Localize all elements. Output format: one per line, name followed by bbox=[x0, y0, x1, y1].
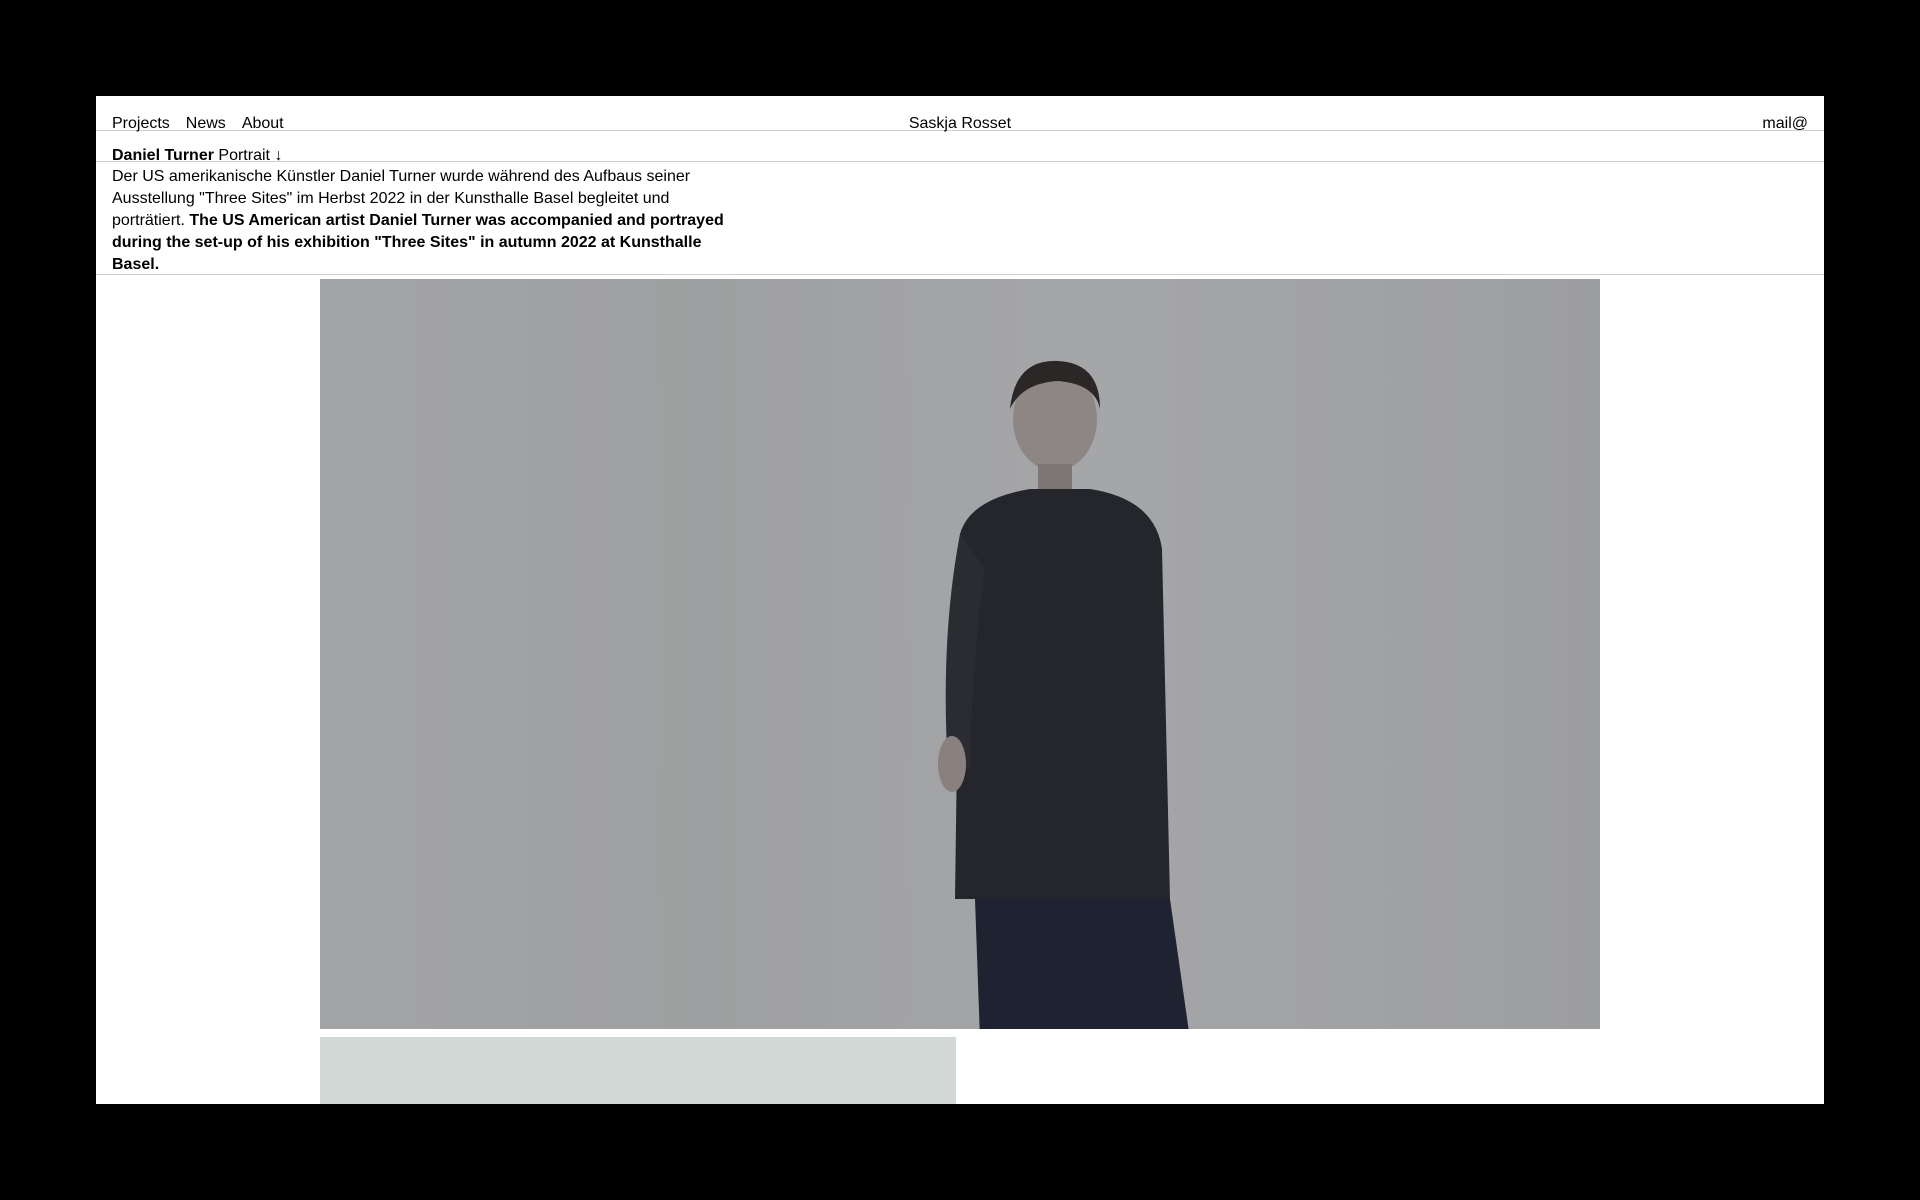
portrait-figure bbox=[938, 360, 1189, 1029]
project-header-bar: Daniel Turner Portrait ↓ bbox=[96, 131, 1824, 164]
description-english: The US American artist Daniel Turner was… bbox=[112, 212, 724, 273]
second-photo[interactable] bbox=[320, 1037, 956, 1104]
browser-page: Projects News About Saskja Rosset mail@ … bbox=[96, 96, 1824, 1104]
project-description: Der US amerikanische Künstler Daniel Tur… bbox=[96, 162, 1824, 275]
top-navigation: Projects News About Saskja Rosset mail@ bbox=[96, 96, 1824, 132]
description-paragraph: Der US amerikanische Künstler Daniel Tur… bbox=[112, 166, 732, 276]
portrait-photo[interactable] bbox=[320, 279, 1600, 1029]
